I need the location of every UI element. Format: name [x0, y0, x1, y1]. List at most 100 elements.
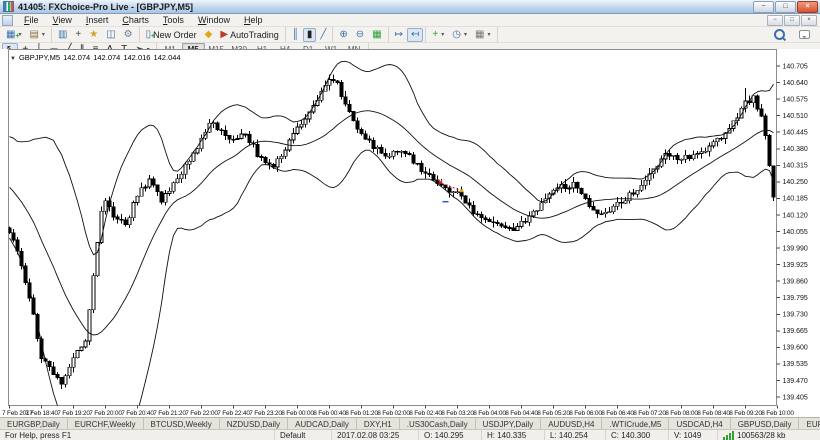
line-chart-button[interactable]: ╱	[316, 28, 330, 42]
connection-signal-icon	[723, 431, 734, 440]
svg-text:139.730: 139.730	[783, 312, 808, 319]
svg-text:139.795: 139.795	[783, 295, 808, 302]
navigator-button[interactable]: ★	[85, 28, 102, 42]
new-order-icon: ▯ +	[145, 28, 156, 40]
new-order-button[interactable]: ▯ + New Order	[142, 28, 201, 42]
title-bar: 41405: FXChoice-Pro Live - [GBPJPY,M5] −…	[0, 0, 820, 14]
one-click-trading-toggle[interactable]: ▼	[10, 56, 16, 62]
svg-text:8 Feb 03:20: 8 Feb 03:20	[441, 410, 474, 417]
toolbar-group: + ▾ ◷ ▾ ▦ ▾	[426, 27, 498, 42]
chart-document-icon[interactable]	[2, 14, 13, 26]
strategy-tester-icon: ⚙	[123, 28, 133, 40]
svg-text:8 Feb 06:00: 8 Feb 06:00	[569, 410, 602, 417]
close-button[interactable]: ×	[797, 0, 818, 13]
menu-insert[interactable]: Insert	[79, 15, 116, 25]
autotrading-icon: ▶	[220, 28, 229, 40]
traffic-counter: 100563/28 kb	[737, 431, 786, 440]
indicators-button[interactable]: + ▾	[428, 28, 448, 42]
mt4-application-window: 41405: FXChoice-Pro Live - [GBPJPY,M5] −…	[0, 0, 820, 440]
zoom-in-button[interactable]: ⊕	[335, 28, 351, 42]
status-profile[interactable]: Default	[275, 430, 332, 440]
child-close-button[interactable]: ×	[801, 14, 817, 26]
terminal-button[interactable]: ◫	[102, 28, 119, 42]
child-restore-button[interactable]: □	[784, 14, 800, 26]
dropdown-arrow-icon[interactable]: ▾	[441, 31, 444, 38]
svg-text:139.925: 139.925	[783, 262, 808, 269]
svg-text:8 Feb 02:40: 8 Feb 02:40	[409, 410, 442, 417]
svg-text:139.535: 139.535	[783, 361, 808, 368]
svg-text:8 Feb 05:20: 8 Feb 05:20	[537, 410, 570, 417]
menu-help[interactable]: Help	[237, 15, 270, 25]
status-low: L: 140.254	[545, 430, 606, 440]
new-chart-icon: ▦ +	[6, 28, 20, 40]
ohlc-high: 142.074	[93, 53, 121, 62]
autotrading-button-label: AutoTrading	[230, 29, 279, 40]
data-window-button[interactable]: +	[71, 28, 85, 42]
menu-file[interactable]: File	[17, 15, 46, 25]
status-bar-datetime: 2017.02.08 03:25	[332, 430, 419, 440]
profiles-button[interactable]: ▤ ▾	[25, 28, 48, 42]
metaeditor-button[interactable]: ◆	[201, 28, 217, 42]
market-watch-button[interactable]: ▥	[54, 28, 71, 42]
toolbar-group: ⊕ ⊖ ▦	[333, 27, 389, 42]
window-title: 41405: FXChoice-Pro Live - [GBPJPY,M5]	[18, 1, 194, 12]
svg-text:8 Feb 01:20: 8 Feb 01:20	[345, 410, 378, 417]
chart-symbol-period: GBPJPY,M5	[18, 53, 61, 62]
app-icon	[3, 1, 14, 12]
minimize-button[interactable]: −	[753, 0, 774, 13]
svg-text:139.665: 139.665	[783, 328, 808, 335]
search-button[interactable]	[770, 28, 789, 42]
svg-text:8 Feb 00:40: 8 Feb 00:40	[313, 410, 346, 417]
svg-text:8 Feb 00:00: 8 Feb 00:00	[281, 410, 314, 417]
chart-window[interactable]: 140.705 140.640 140.575 140.510 140.445 140.3…	[0, 49, 820, 417]
menu-tools[interactable]: Tools	[156, 15, 191, 25]
menu-charts[interactable]: Charts	[115, 15, 156, 25]
restore-button[interactable]: □	[775, 0, 796, 13]
svg-text:8 Feb 02:00: 8 Feb 02:00	[377, 410, 410, 417]
community-chat-button[interactable]	[795, 28, 814, 42]
svg-text:8 Feb 10:00: 8 Feb 10:00	[761, 410, 794, 417]
child-minimize-button[interactable]: −	[767, 14, 783, 26]
new-order-button-label: New Order	[153, 29, 197, 40]
svg-text:7 Feb 22:00: 7 Feb 22:00	[185, 410, 218, 417]
svg-text:8 Feb 09:20: 8 Feb 09:20	[729, 410, 762, 417]
chart-ohlc-label: ▼ GBPJPY,M5 142.074 142.074 142.016 142.044	[10, 53, 184, 62]
svg-text:7 Feb 20:40: 7 Feb 20:40	[121, 410, 154, 417]
svg-text:140.705: 140.705	[783, 63, 808, 70]
dropdown-arrow-icon[interactable]: ▾	[487, 31, 490, 38]
status-help-text: For Help, press F1	[0, 430, 275, 440]
svg-text:7 Feb 19:20: 7 Feb 19:20	[57, 410, 90, 417]
toolbar-right-group	[768, 27, 820, 42]
search-icon	[774, 29, 785, 40]
zoom-out-button[interactable]: ⊖	[352, 28, 368, 42]
dropdown-arrow-icon[interactable]: ▾	[42, 31, 45, 38]
menu-window[interactable]: Window	[191, 15, 237, 25]
periods-button[interactable]: ◷ ▾	[448, 28, 471, 42]
dropdown-arrow-icon[interactable]: ▾	[464, 31, 467, 38]
templates-button[interactable]: ▦ ▾	[471, 28, 494, 42]
bar-chart-button[interactable]: ║	[288, 28, 303, 42]
svg-text:8 Feb 08:00: 8 Feb 08:00	[665, 410, 698, 417]
strategy-tester-button[interactable]: ⚙	[120, 28, 137, 42]
svg-text:140.055: 140.055	[783, 229, 808, 236]
menu-view[interactable]: View	[46, 15, 79, 25]
autotrading-button[interactable]: ▶ AutoTrading	[216, 28, 282, 42]
candlestick-chart[interactable]: 140.705 140.640 140.575 140.510 140.445 140.3…	[0, 49, 820, 417]
metaeditor-icon: ◆	[204, 28, 213, 40]
svg-text:140.250: 140.250	[783, 179, 808, 186]
svg-text:139.860: 139.860	[783, 278, 808, 285]
svg-text:140.575: 140.575	[783, 96, 808, 103]
auto-scroll-button[interactable]: ↦	[391, 28, 407, 42]
status-volume: V: 1049	[669, 430, 718, 440]
candlestick-chart-button[interactable]: ▮	[302, 27, 317, 42]
svg-text:7 Feb 21:20: 7 Feb 21:20	[153, 410, 186, 417]
profiles-icon: ▤	[29, 28, 39, 40]
toolbar-group: ▦ + ▾ ▤ ▾	[0, 27, 52, 42]
svg-text:140.185: 140.185	[783, 196, 808, 203]
status-bar: For Help, press F1 Default 2017.02.08 03…	[0, 429, 820, 440]
new-chart-button[interactable]: ▦ + ▾	[2, 28, 25, 42]
toolbar-group: ↦ ↤	[389, 27, 427, 42]
tile-windows-button[interactable]: ▦	[368, 28, 385, 42]
terminal-icon: ◫	[106, 28, 116, 40]
chart-shift-button[interactable]: ↤	[407, 27, 424, 42]
